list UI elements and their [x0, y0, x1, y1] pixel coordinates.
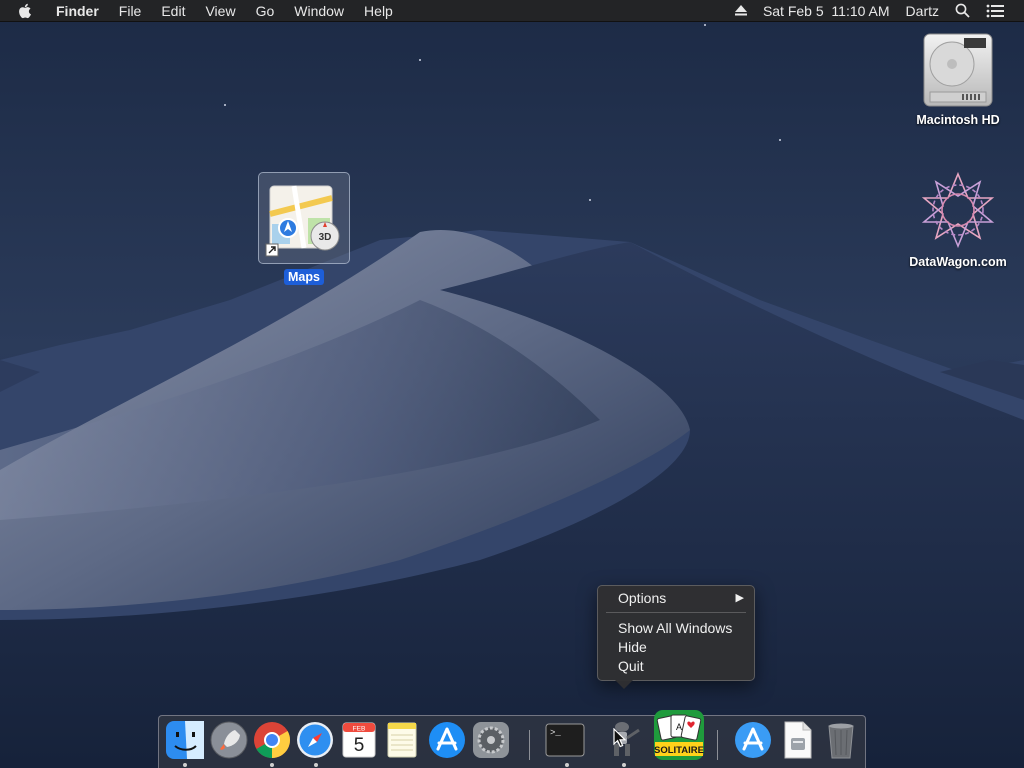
- terminal-icon[interactable]: >_: [545, 720, 585, 760]
- running-indicator: [314, 763, 318, 767]
- finder-icon[interactable]: [165, 720, 205, 760]
- menu-view[interactable]: View: [195, 0, 245, 22]
- user-menu[interactable]: Dartz: [898, 0, 947, 22]
- dock-context-menu: Options ▶ Show All Windows Hide Quit: [597, 585, 755, 689]
- selection-frame: 3D: [258, 172, 350, 264]
- apple-logo-icon: [19, 3, 31, 18]
- menu-go[interactable]: Go: [246, 0, 285, 22]
- submenu-arrow-icon: ▶: [735, 592, 744, 604]
- menu-item-label: Options: [618, 590, 667, 606]
- dock-separator: [529, 730, 530, 760]
- desktop-icon-label: Maps: [284, 269, 324, 285]
- desktop-icon-datawagon[interactable]: DataWagon.com: [898, 168, 1018, 269]
- desktop[interactable]: Finder File Edit View Go Window Help Sat…: [0, 0, 1024, 768]
- menu-help[interactable]: Help: [354, 0, 403, 22]
- mojave-dark-wallpaper: [0, 0, 1024, 768]
- svg-text:A: A: [676, 722, 682, 732]
- menu-item-quit[interactable]: Quit: [618, 657, 744, 676]
- menu-bar: Finder File Edit View Go Window Help Sat…: [0, 0, 1024, 22]
- applications-folder-icon[interactable]: [733, 720, 773, 760]
- solitaire-icon[interactable]: A SOLITAIRE: [653, 709, 705, 761]
- desktop-icon-maps[interactable]: 3D Maps: [250, 172, 358, 285]
- running-indicator: [270, 763, 274, 767]
- document-stack-icon[interactable]: [777, 720, 817, 760]
- terminal-prompt: >_: [550, 728, 561, 738]
- eject-icon: [734, 5, 747, 16]
- hard-drive-icon: [923, 33, 993, 107]
- menu-item-hide[interactable]: Hide: [618, 638, 744, 657]
- menu-app-name[interactable]: Finder: [46, 0, 109, 22]
- chrome-icon[interactable]: [252, 720, 292, 760]
- spotlight-search-icon: [955, 3, 970, 18]
- desktop-icon-label: DataWagon.com: [909, 255, 1007, 269]
- clock[interactable]: Sat Feb 5 11:10 AM: [755, 0, 898, 22]
- mouse-pointer-icon: [613, 728, 627, 748]
- calendar-month: FEB: [353, 726, 366, 733]
- menu-separator: [606, 612, 746, 613]
- system-preferences-icon[interactable]: [471, 720, 511, 760]
- network-volume-icon: [921, 171, 995, 249]
- apple-menu[interactable]: [0, 0, 46, 22]
- safari-icon[interactable]: [295, 720, 335, 760]
- spotlight-button[interactable]: [947, 0, 978, 22]
- menu-item-options[interactable]: Options ▶: [618, 589, 744, 608]
- running-indicator: [565, 763, 569, 767]
- notes-icon[interactable]: [382, 720, 422, 760]
- desktop-icon-macintosh-hd[interactable]: Macintosh HD: [903, 30, 1013, 127]
- desktop-icon-label: Macintosh HD: [916, 113, 1000, 127]
- calendar-day: 5: [354, 735, 365, 756]
- app-store-icon[interactable]: [427, 720, 467, 760]
- menu-file[interactable]: File: [109, 0, 152, 22]
- launchpad-icon[interactable]: [209, 720, 249, 760]
- dock-separator: [717, 730, 718, 760]
- calendar-icon[interactable]: FEB 5: [339, 720, 379, 760]
- notification-center-icon: [986, 4, 1004, 17]
- eject-status-item[interactable]: [727, 0, 755, 22]
- menu-edit[interactable]: Edit: [151, 0, 195, 22]
- running-indicator: [622, 763, 626, 767]
- running-indicator: [183, 763, 187, 767]
- trash-icon[interactable]: [821, 720, 861, 760]
- menu-item-show-all-windows[interactable]: Show All Windows: [618, 619, 744, 638]
- maps-3d-badge: 3D: [319, 232, 332, 243]
- solitaire-caption: SOLITAIRE: [654, 745, 704, 756]
- menu-window[interactable]: Window: [284, 0, 354, 22]
- notification-center-button[interactable]: [978, 0, 1012, 22]
- maps-alias-icon: 3D: [265, 185, 340, 257]
- dock: FEB 5 >_ A SOLITAIRE: [158, 710, 866, 768]
